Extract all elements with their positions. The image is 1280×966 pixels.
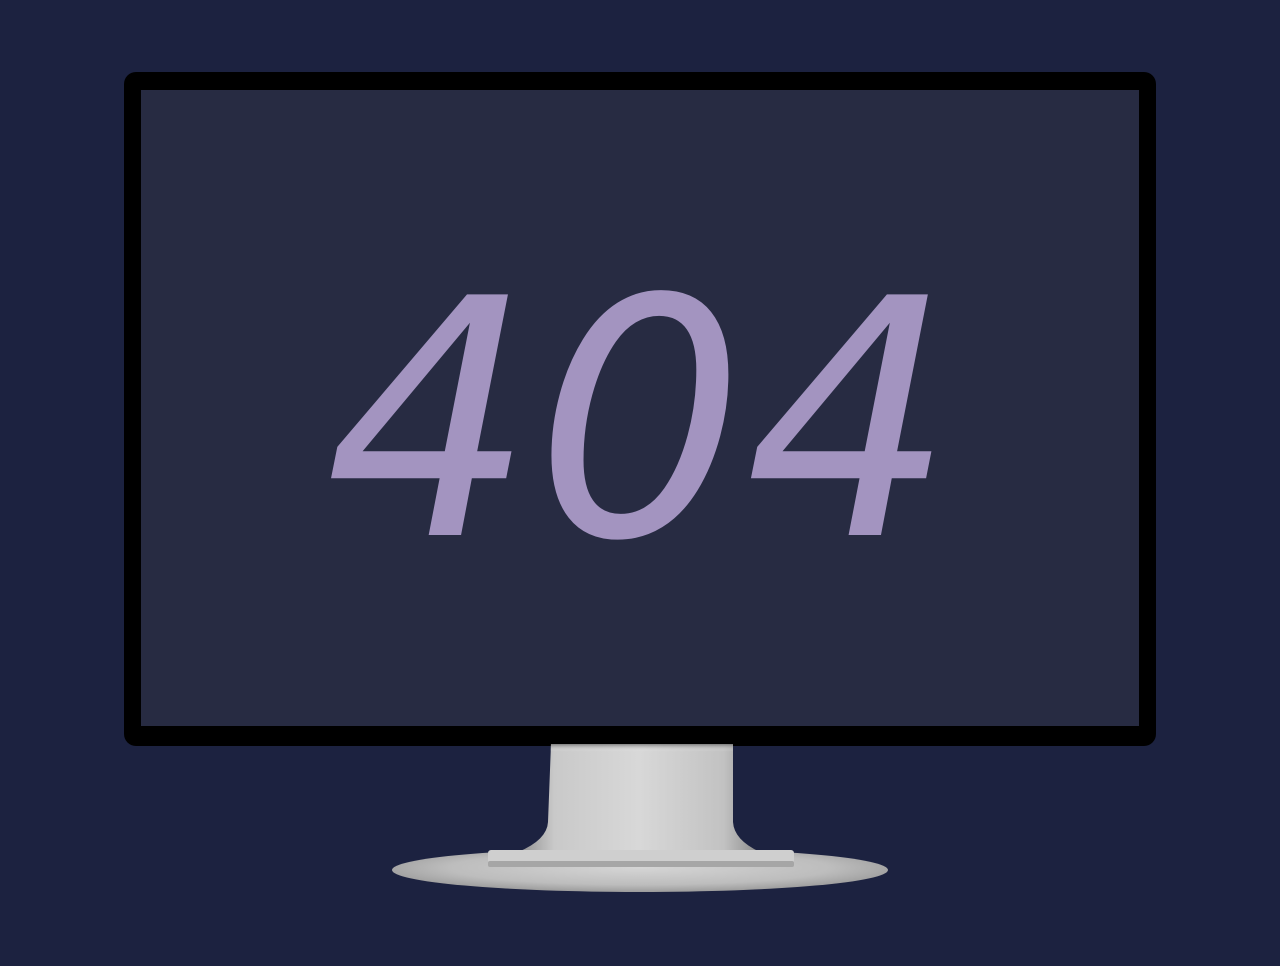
error-code: 404 <box>325 229 955 613</box>
error-page: 404 <box>0 0 1280 966</box>
error-code-graphic: 404 <box>325 229 955 613</box>
monitor-stand <box>392 744 888 892</box>
monitor-illustration: 404 <box>124 72 1156 746</box>
monitor-screen: 404 <box>141 90 1139 726</box>
